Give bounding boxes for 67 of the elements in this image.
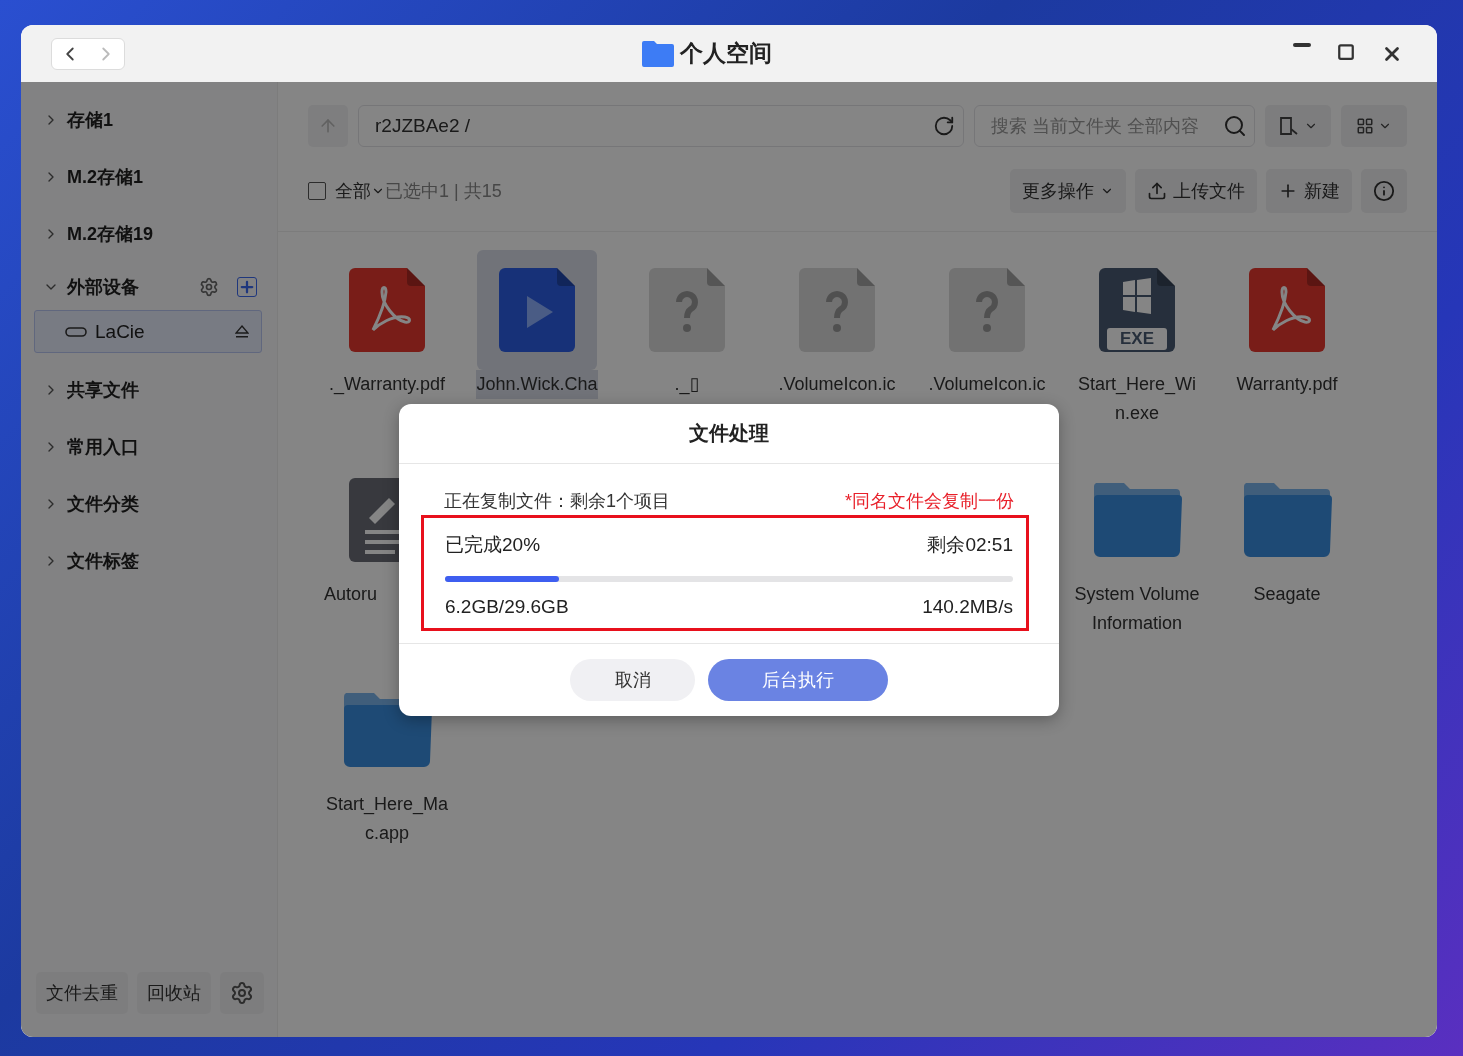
- transfer-speed: 140.2MB/s: [922, 596, 1013, 618]
- settings-icon[interactable]: [199, 277, 219, 297]
- path-field[interactable]: r2JZBAe2 /: [358, 105, 964, 147]
- more-actions-button[interactable]: 更多操作: [1010, 169, 1126, 213]
- sidebar-item[interactable]: M.2存储19: [67, 221, 257, 246]
- sidebar-item[interactable]: 外部设备: [67, 275, 191, 299]
- duplicate-note: *同名文件会复制一份: [845, 490, 1014, 513]
- upload-icon: [1147, 181, 1167, 201]
- pdf-file-icon: [349, 268, 425, 352]
- add-button[interactable]: [237, 277, 257, 297]
- folder-icon: [642, 40, 674, 67]
- sidebar-item[interactable]: 共享文件: [67, 377, 257, 402]
- time-remaining: 剩余02:51: [927, 533, 1013, 557]
- panel-icon: [1278, 115, 1300, 137]
- sidebar-item[interactable]: 常用入口: [67, 434, 257, 459]
- select-all-label[interactable]: 全部: [335, 179, 371, 203]
- unknown-file-icon: [949, 268, 1025, 352]
- file-name[interactable]: System Volume Information: [1067, 580, 1207, 638]
- sidebar-footer-button[interactable]: 文件去重: [36, 972, 128, 1014]
- info-icon: [1373, 180, 1395, 202]
- selection-summary: 已选中1 | 共15: [385, 180, 503, 203]
- filter-menu-button[interactable]: [1265, 105, 1331, 147]
- folder-icon: [1092, 483, 1182, 557]
- folder-icon: [1242, 483, 1332, 557]
- file-name[interactable]: Seagate: [1253, 580, 1321, 609]
- sidebar-item[interactable]: 存储1: [67, 107, 257, 132]
- sidebar-item[interactable]: M.2存储1: [67, 164, 257, 189]
- file-name[interactable]: Warranty.pdf: [1236, 370, 1338, 399]
- sidebar-item[interactable]: 文件分类: [67, 491, 257, 516]
- unknown-file-icon: [649, 268, 725, 352]
- info-button[interactable]: [1361, 169, 1407, 213]
- file-name[interactable]: .VolumeIcon.ic: [778, 370, 896, 399]
- sidebar-footer-button[interactable]: 回收站: [137, 972, 211, 1014]
- eject-icon[interactable]: [235, 325, 249, 338]
- upload-button[interactable]: 上传文件: [1135, 169, 1257, 213]
- search-icon[interactable]: [1223, 114, 1247, 138]
- video-file-icon: [499, 268, 575, 352]
- transferred-size: 6.2GB/29.6GB: [445, 596, 569, 618]
- background-run-button[interactable]: 后台执行: [708, 659, 888, 701]
- view-mode-button[interactable]: [1341, 105, 1407, 147]
- file-name[interactable]: Start_Here_Ma c.app: [317, 790, 457, 848]
- file-name[interactable]: John.Wick.Cha: [476, 370, 598, 399]
- sidebar-item[interactable]: 文件标签: [67, 548, 257, 573]
- plus-icon: [238, 278, 256, 296]
- drive-icon: [65, 326, 87, 337]
- file-name[interactable]: .VolumeIcon.ic: [928, 370, 1046, 399]
- file-name[interactable]: ._Warranty.pdf: [328, 370, 445, 399]
- copy-status: 正在复制文件：剩余1个项目: [444, 490, 670, 513]
- grid-icon: [1356, 117, 1374, 135]
- select-all-checkbox[interactable]: [308, 182, 326, 200]
- window-title: 个人空间: [680, 39, 772, 68]
- settings-icon: [230, 981, 254, 1005]
- cancel-button[interactable]: 取消: [570, 659, 695, 701]
- maximize-icon: [1337, 42, 1355, 61]
- dialog-title: 文件处理: [689, 421, 769, 446]
- minimize-icon: [1293, 42, 1311, 47]
- file-name[interactable]: ._▯: [674, 370, 700, 399]
- progress-percent: 已完成20%: [445, 533, 541, 557]
- refresh-icon[interactable]: [933, 115, 955, 137]
- device-name: LaCie: [95, 320, 146, 343]
- file-name[interactable]: Start_Here_Wi n.exe: [1067, 370, 1207, 428]
- exe-label: EXE: [1107, 328, 1167, 350]
- pdf-file-icon: [1249, 268, 1325, 352]
- unknown-file-icon: [799, 268, 875, 352]
- sidebar-item[interactable]: LaCie: [34, 310, 262, 353]
- new-button[interactable]: 新建: [1266, 169, 1352, 213]
- settings-button[interactable]: [220, 972, 264, 1014]
